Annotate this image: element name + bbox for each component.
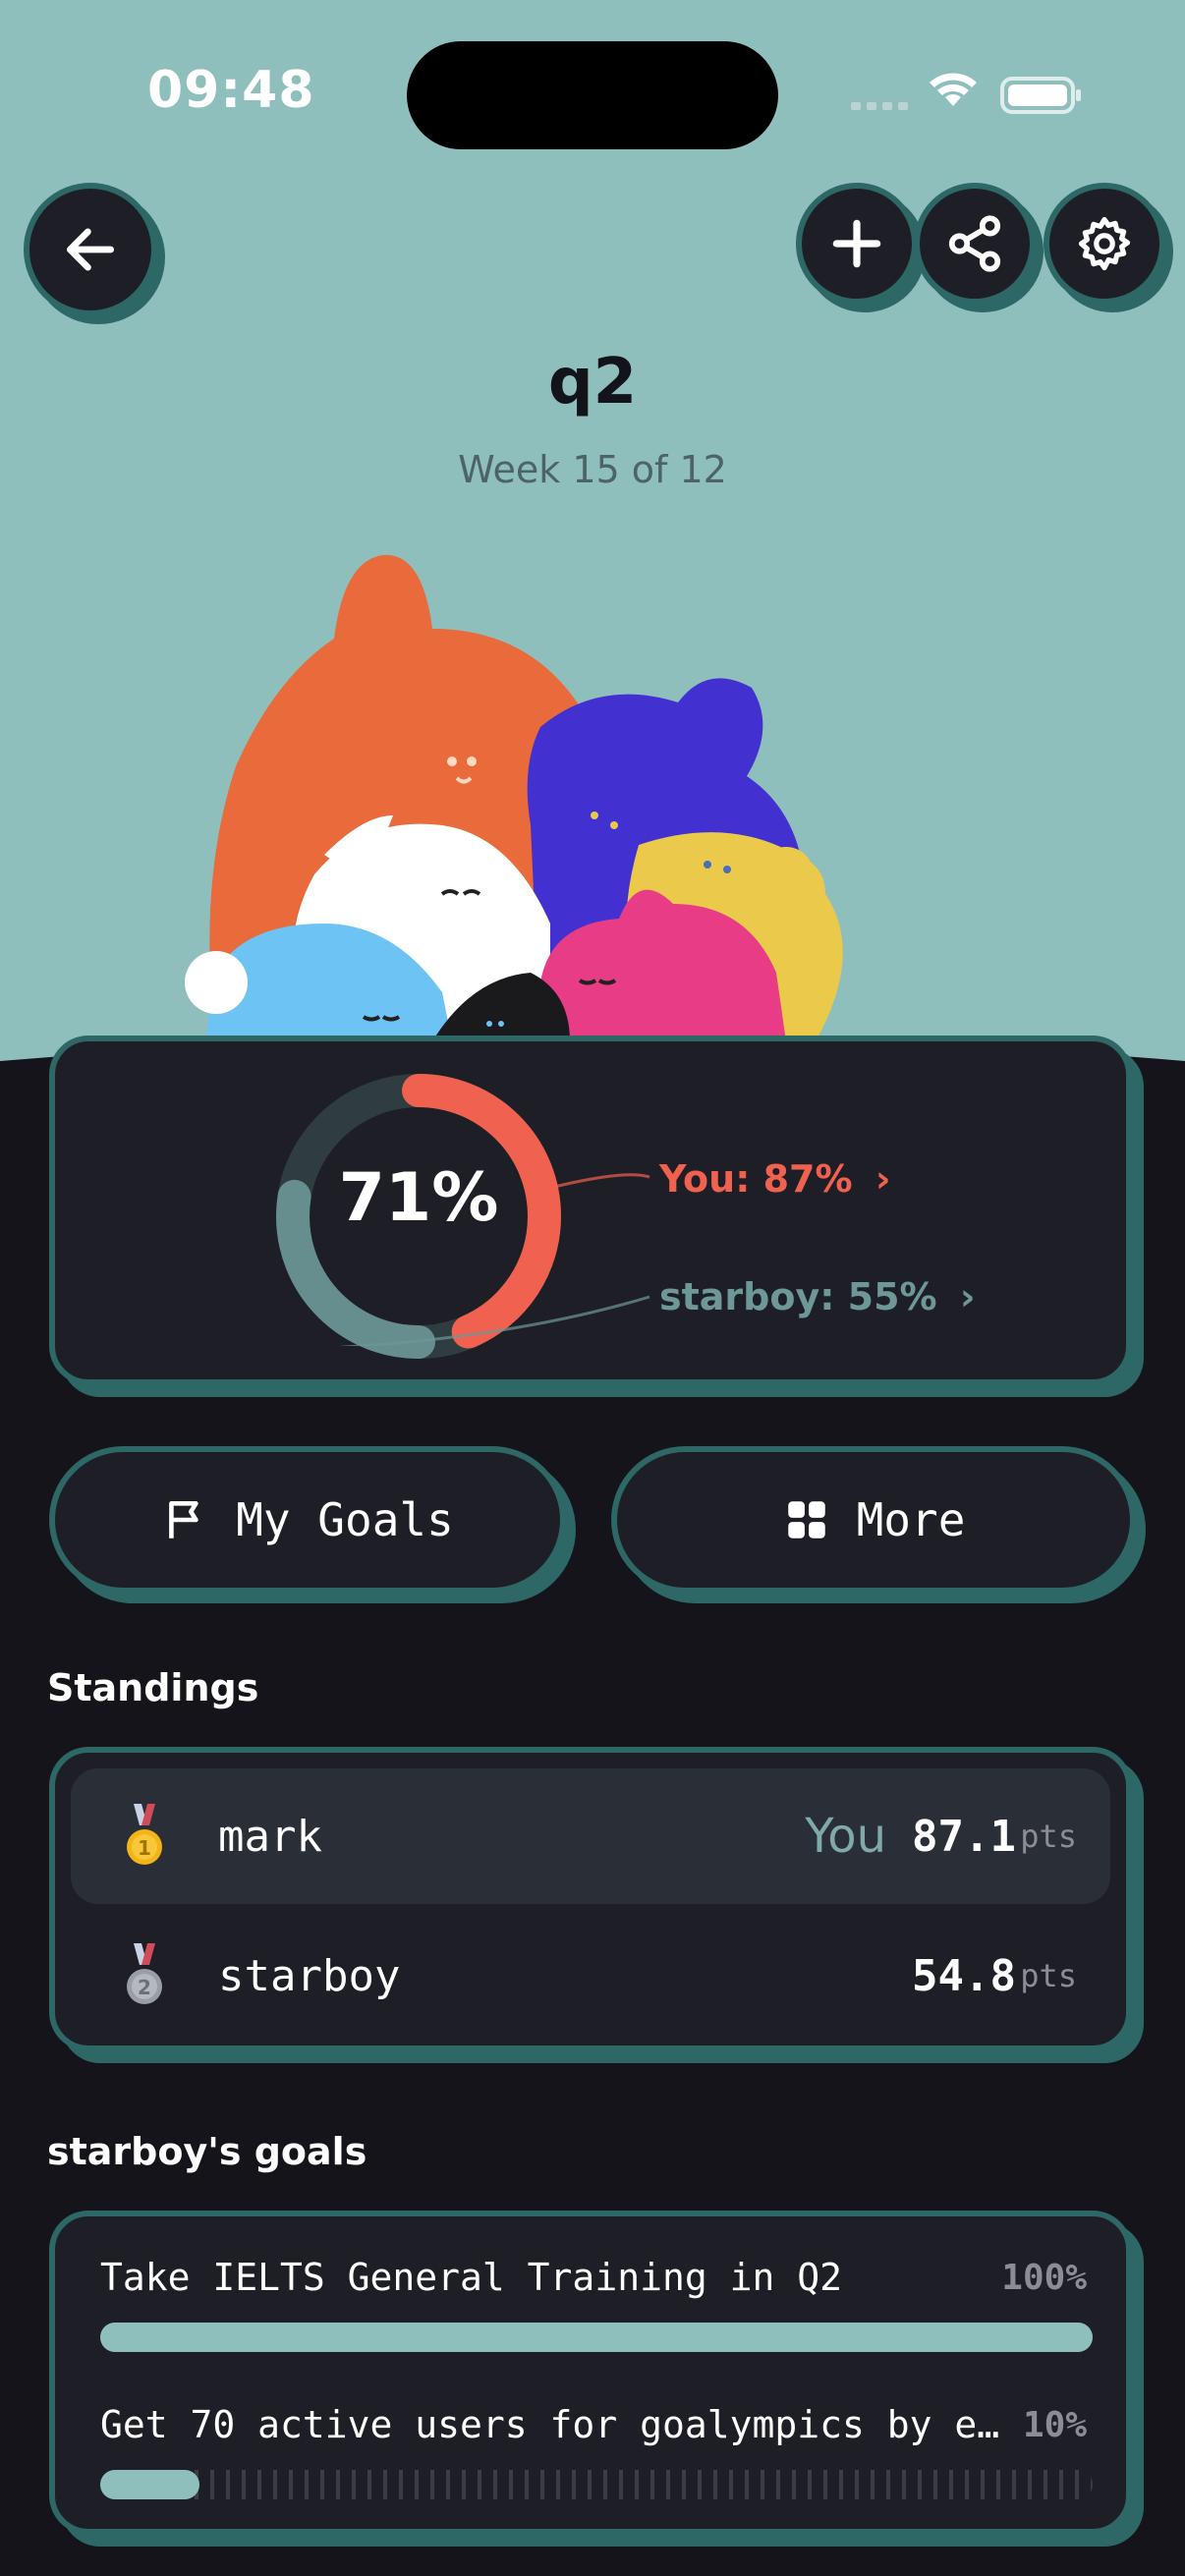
- you-tag: You: [805, 1809, 886, 1864]
- dynamic-island: [407, 41, 778, 149]
- more-label: More: [856, 1493, 966, 1546]
- flag-icon: [169, 1501, 198, 1539]
- plus-icon: [832, 219, 881, 268]
- progress-card: 71% You: 87% › starboy: 55% ›: [49, 1036, 1132, 1385]
- silver-medal-icon: 2: [127, 1943, 162, 2004]
- you-progress-link[interactable]: You: 87% ›: [659, 1157, 890, 1201]
- goal-progress-bar: [100, 2323, 1093, 2352]
- you-progress-label: You: 87%: [659, 1157, 853, 1201]
- goal-progress-fill: [100, 2470, 199, 2499]
- standings-row[interactable]: 2 starboy 54.8 pts: [71, 1908, 1110, 2044]
- chevron-right-icon: ›: [959, 1275, 976, 1318]
- partner-progress-label: starboy: 55%: [659, 1275, 937, 1318]
- share-button[interactable]: [914, 183, 1036, 305]
- cellular-signal-icon: [851, 102, 908, 110]
- arrow-left-icon: [66, 228, 115, 271]
- back-button[interactable]: [24, 183, 157, 316]
- player-name: mark: [218, 1811, 322, 1862]
- status-time: 09:48: [147, 61, 315, 120]
- add-button[interactable]: [796, 183, 918, 305]
- goal-text: Get 70 active users for goalympics by e…: [100, 2403, 1000, 2446]
- page-title: q2: [547, 346, 638, 419]
- partner-goals-card: Take IELTS General Training in Q2 100% G…: [49, 2211, 1132, 2535]
- player-name: starboy: [218, 1950, 401, 2001]
- svg-text:2: 2: [138, 1976, 151, 1999]
- goal-percent: 100%: [1001, 2258, 1087, 2298]
- battery-icon: [1000, 77, 1081, 114]
- standings-title: Standings: [47, 1666, 259, 1709]
- goal-text: Take IELTS General Training in Q2: [100, 2256, 842, 2299]
- points-unit: pts: [1020, 1818, 1077, 1855]
- week-subtitle: Week 15 of 12: [458, 448, 727, 491]
- svg-text:1: 1: [138, 1836, 151, 1860]
- chevron-right-icon: ›: [875, 1157, 891, 1201]
- legend-connectors: [340, 1173, 650, 1346]
- grid-icon: [787, 1501, 825, 1539]
- standings-row[interactable]: 1 mark You 87.1 pts: [71, 1768, 1110, 1904]
- mascot-illustration: [185, 554, 843, 1041]
- player-points: 54.8: [912, 1950, 1016, 2001]
- wifi-icon: [930, 73, 977, 106]
- my-goals-label: My Goals: [236, 1493, 454, 1546]
- goal-percent: 10%: [1022, 2405, 1087, 2445]
- partner-goals-title: starboy's goals: [47, 2130, 367, 2173]
- my-goals-button[interactable]: My Goals: [49, 1446, 566, 1594]
- more-button[interactable]: More: [611, 1446, 1136, 1594]
- standings-card: 1 mark You 87.1 pts 2 starboy 54.8 pts: [49, 1747, 1132, 2051]
- player-points: 87.1: [912, 1811, 1016, 1862]
- partner-progress-link[interactable]: starboy: 55% ›: [659, 1275, 976, 1318]
- goal-progress-bar: [100, 2470, 1093, 2499]
- gear-icon: [1078, 216, 1131, 271]
- points-unit: pts: [1020, 1957, 1077, 1994]
- gold-medal-icon: 1: [127, 1804, 162, 1865]
- share-icon: [948, 215, 1001, 272]
- status-icons: [851, 73, 1081, 114]
- goal-progress-fill: [100, 2323, 1093, 2352]
- settings-button[interactable]: [1044, 183, 1165, 305]
